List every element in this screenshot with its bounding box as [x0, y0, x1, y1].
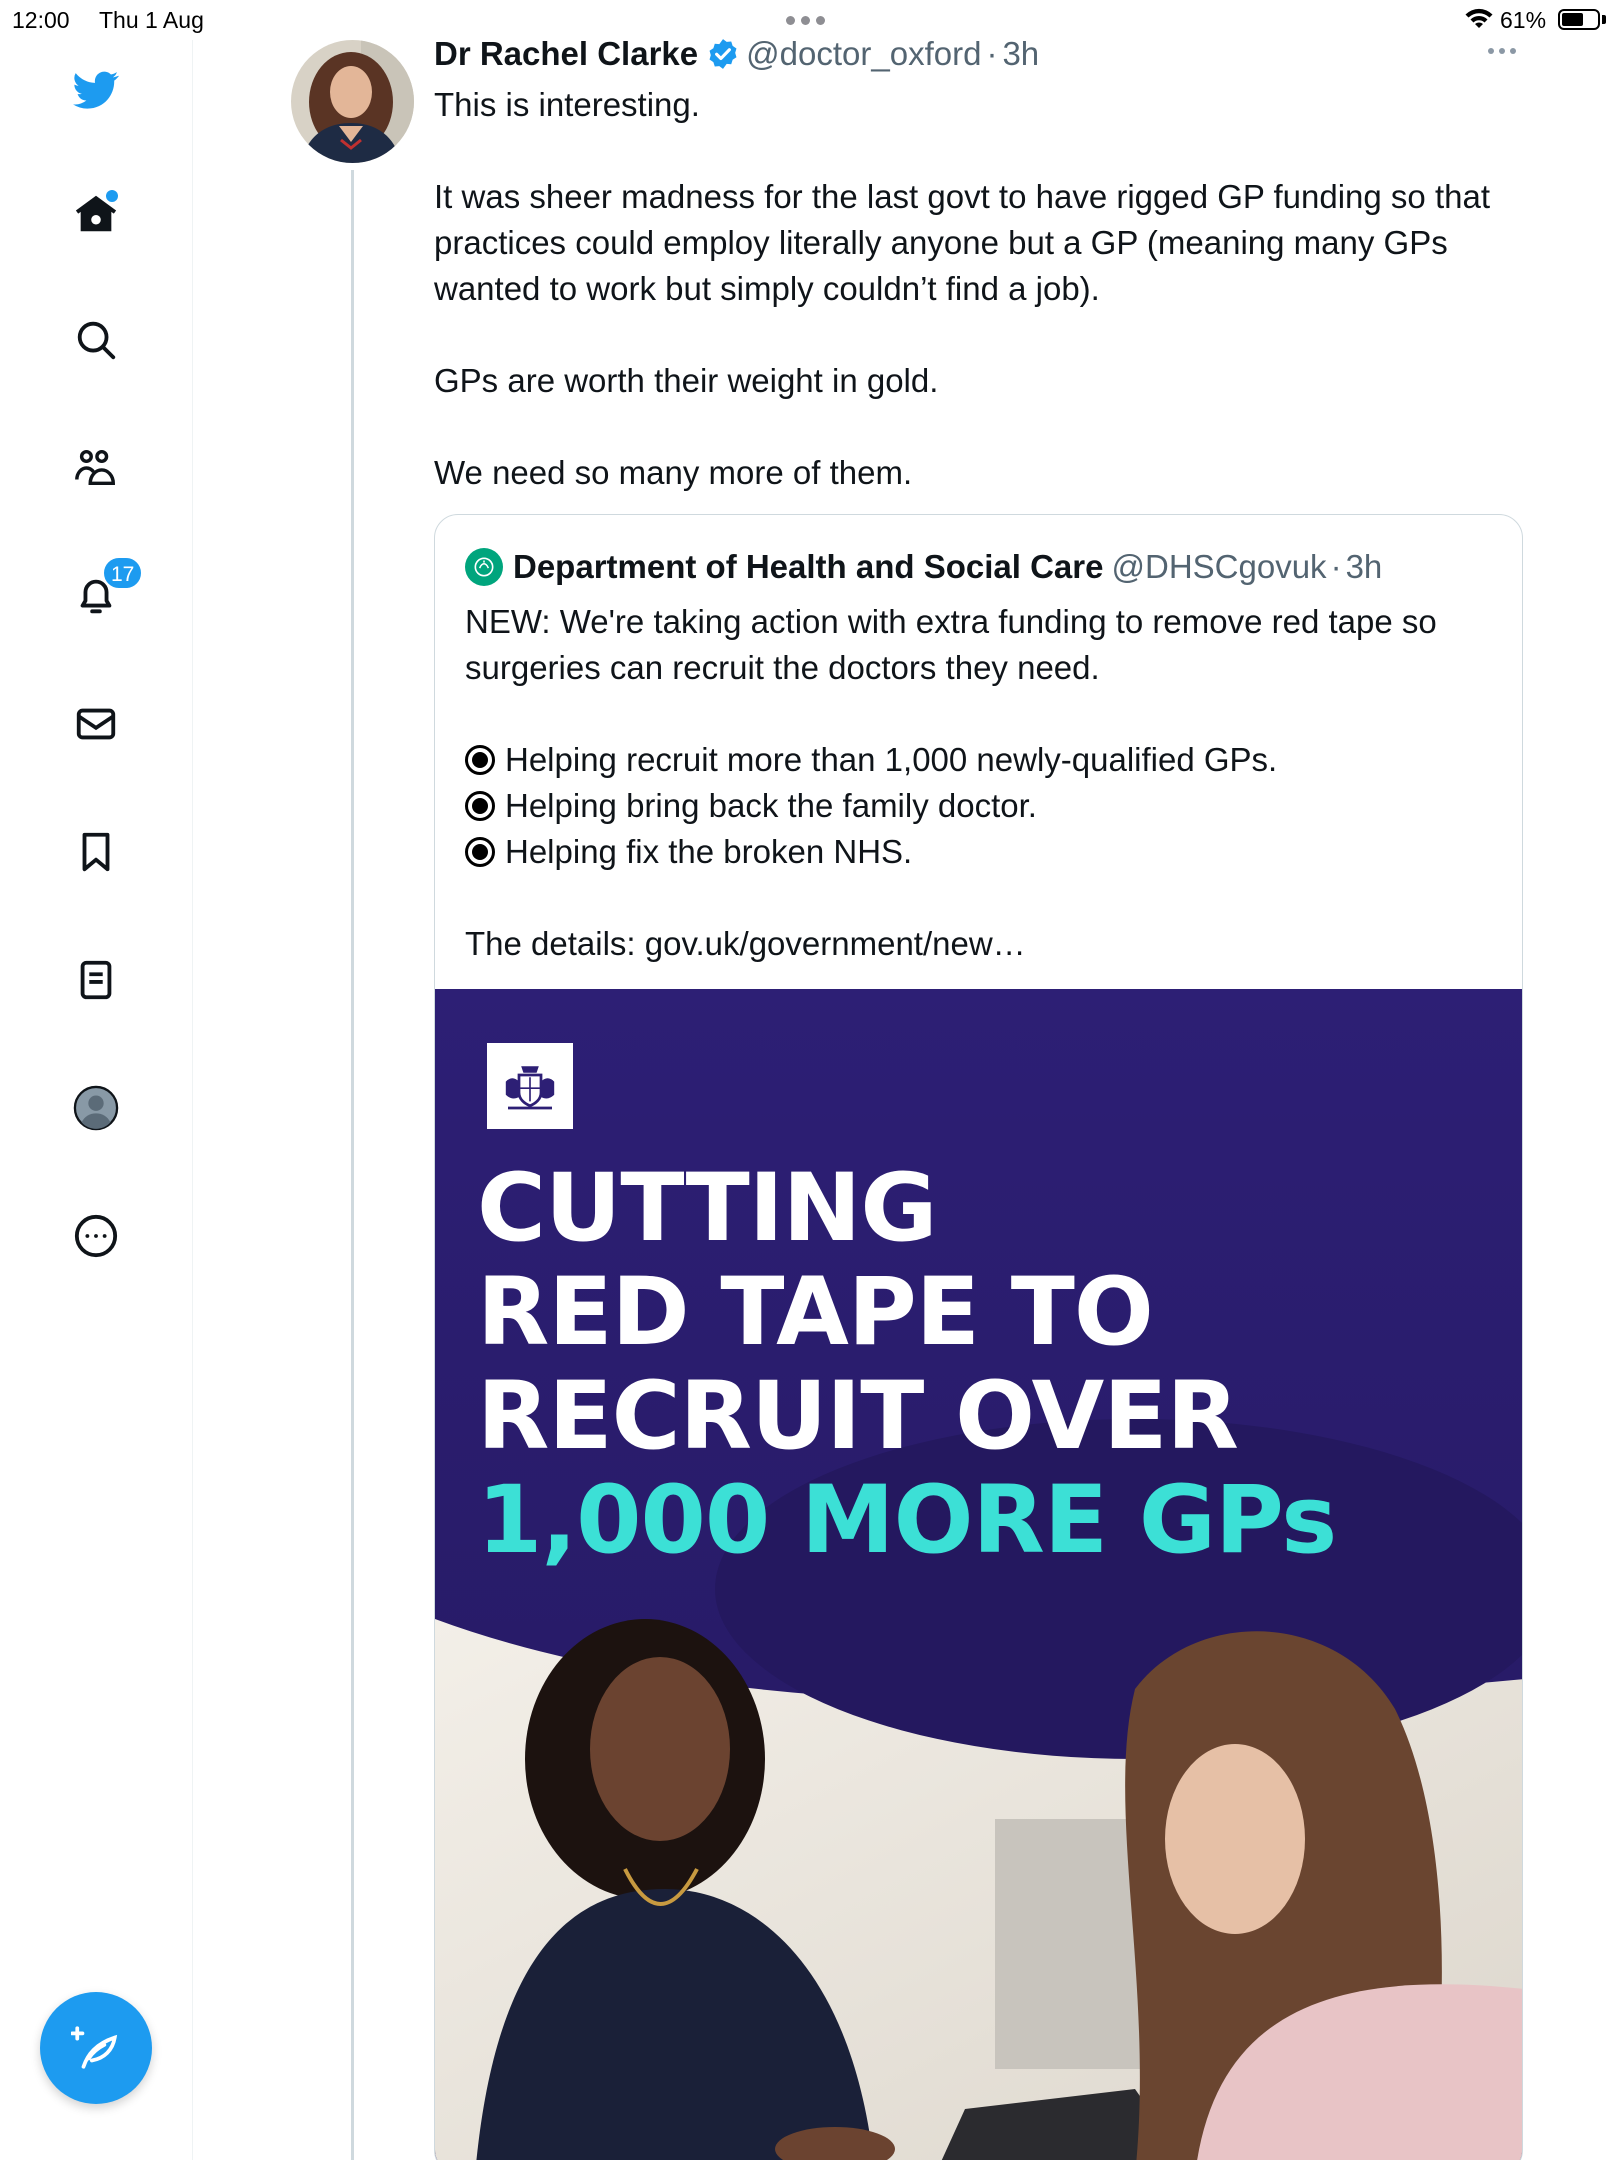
header-separator: ·	[986, 35, 998, 72]
battery-percent: 61%	[1500, 7, 1547, 33]
tweet-paragraph: We need so many more of them.	[434, 454, 913, 491]
home-icon[interactable]	[68, 186, 124, 242]
headline-line: RECRUIT OVER	[477, 1362, 1239, 1471]
profile-icon[interactable]	[68, 1080, 124, 1136]
tweet-header: Dr Rachel Clarke @doctor_oxford · 3h	[434, 32, 1039, 76]
tweet-more-options-icon[interactable]	[1488, 48, 1516, 54]
communities-icon[interactable]	[68, 440, 124, 496]
headline-accent: 1,000 MORE GPs	[477, 1466, 1337, 1575]
quoted-intro: NEW: We're taking action with extra fund…	[465, 603, 1437, 686]
wifi-icon	[1465, 8, 1493, 28]
radio-bullet-icon	[465, 791, 495, 821]
multitasking-dots-icon[interactable]	[786, 16, 825, 25]
royal-crest-logo-icon	[487, 1043, 573, 1129]
tweet-timestamp[interactable]: 3h	[1002, 35, 1039, 73]
quoted-details-link[interactable]: The details: gov.uk/government/new…	[465, 921, 1495, 967]
quoted-author-handle[interactable]: @DHSCgovuk	[1111, 548, 1326, 586]
headline-line: RED TAPE TO	[477, 1258, 1154, 1367]
quoted-tweet-text: NEW: We're taking action with extra fund…	[465, 599, 1495, 967]
compose-feather-icon	[71, 2026, 118, 2069]
media-headline: CUTTING RED TAPE TO RECRUIT OVER 1,000 M…	[477, 1154, 1337, 1575]
quoted-timestamp: 3h	[1345, 548, 1383, 585]
more-circle-icon[interactable]	[68, 1208, 124, 1264]
tweet-paragraph: GPs are worth their weight in gold.	[434, 362, 939, 399]
quoted-author-name[interactable]: Department of Health and Social Care	[513, 548, 1103, 586]
quoted-tweet-card[interactable]: Department of Health and Social Care @DH…	[434, 514, 1523, 2160]
headline-line: CUTTING	[477, 1154, 938, 1263]
notifications-badge: 17	[102, 556, 144, 590]
bookmark-icon[interactable]	[68, 824, 124, 880]
author-avatar[interactable]	[291, 40, 414, 163]
quoted-bullet-item: Helping bring back the family doctor.	[465, 783, 1495, 829]
verified-badge-icon	[709, 39, 737, 69]
twitter-logo-icon[interactable]	[68, 62, 124, 118]
status-time: 12:00	[12, 7, 70, 33]
author-handle[interactable]: @doctor_oxford	[746, 35, 981, 73]
dhsc-avatar-icon	[465, 548, 503, 586]
search-icon[interactable]	[68, 312, 124, 368]
quoted-bullet-item: Helping fix the broken NHS.	[465, 829, 1495, 875]
quoted-bullet-item: Helping recruit more than 1,000 newly-qu…	[465, 737, 1495, 783]
radio-bullet-icon	[465, 837, 495, 867]
quoted-tweet-header: Department of Health and Social Care @DH…	[465, 545, 1382, 589]
quoted-media-image[interactable]: CUTTING RED TAPE TO RECRUIT OVER 1,000 M…	[435, 989, 1522, 2160]
list-icon[interactable]	[68, 952, 124, 1008]
home-unread-dot	[106, 190, 118, 202]
compose-tweet-button[interactable]	[40, 1992, 152, 2104]
tweet-paragraph: This is interesting.	[434, 86, 700, 123]
radio-bullet-icon	[465, 745, 495, 775]
thread-line	[351, 170, 354, 2160]
sidebar-nav: 17	[0, 40, 193, 2160]
quoted-header-separator: ·	[1330, 548, 1342, 585]
author-name[interactable]: Dr Rachel Clarke	[434, 35, 698, 73]
tweet-text: This is interesting. It was sheer madnes…	[434, 82, 1524, 496]
status-date: Thu 1 Aug	[99, 7, 204, 33]
battery-icon	[1558, 9, 1600, 30]
envelope-icon[interactable]	[68, 696, 124, 752]
tweet-paragraph: It was sheer madness for the last govt t…	[434, 178, 1490, 307]
